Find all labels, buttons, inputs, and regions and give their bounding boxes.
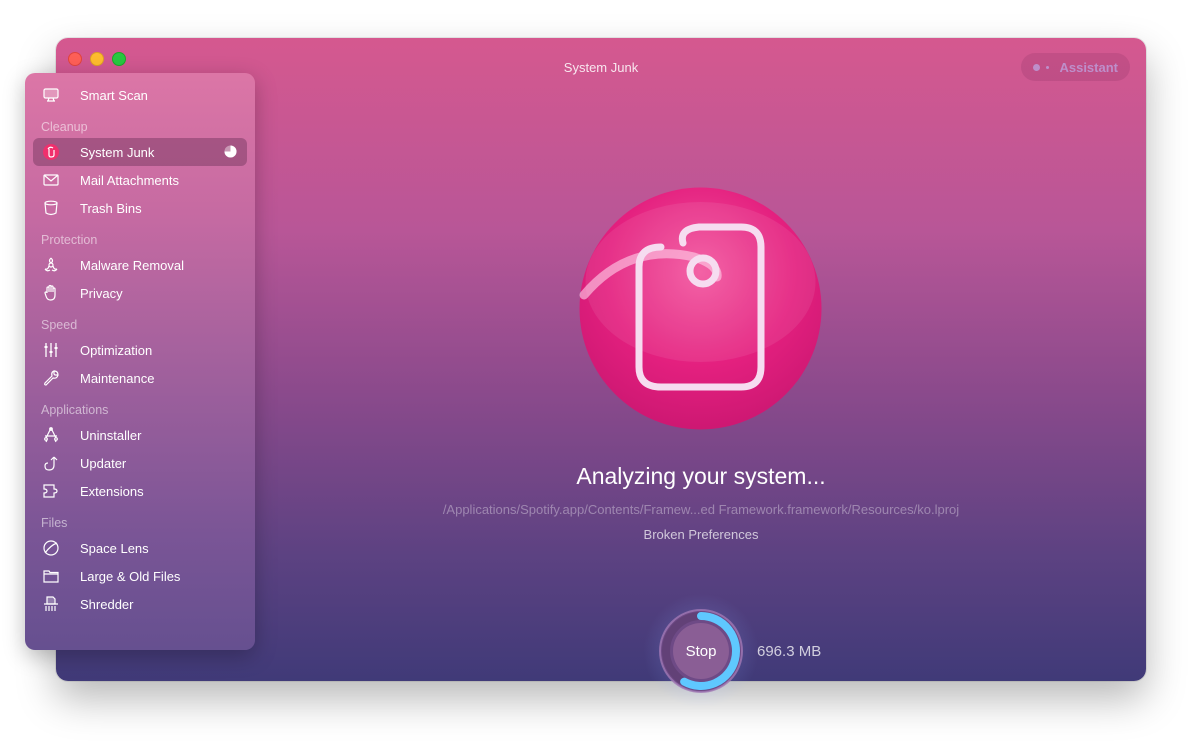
section-applications: Applications [41, 403, 109, 417]
sidebar-item-large-old-files[interactable]: Large & Old Files [33, 562, 247, 590]
sidebar-item-label: Smart Scan [80, 87, 148, 103]
biohazard-icon [41, 255, 61, 275]
trash-bin-icon [41, 198, 61, 218]
sidebar-item-label: Optimization [80, 342, 153, 358]
sidebar-item-label: Space Lens [80, 540, 149, 556]
sidebar-item-privacy[interactable]: Privacy [33, 279, 247, 307]
sidebar-item-label: Privacy [80, 285, 123, 301]
sidebar-item-malware-removal[interactable]: Malware Removal [33, 251, 247, 279]
sidebar-item-label: Updater [80, 455, 127, 471]
current-scan-path: /Applications/Spotify.app/Contents/Frame… [442, 502, 960, 517]
assistant-small-dot-icon [1046, 65, 1050, 69]
sidebar-item-smart-scan[interactable]: Smart Scan [33, 81, 247, 109]
assistant-dot-icon [1033, 63, 1041, 71]
puzzle-icon [41, 481, 61, 501]
stop-control: Stop [643, 593, 759, 709]
folder-icon [41, 566, 61, 586]
sidebar-item-maintenance[interactable]: Maintenance [33, 364, 247, 392]
update-arrow-icon [41, 453, 61, 473]
uninstaller-icon [41, 425, 61, 445]
sidebar-item-uninstaller[interactable]: Uninstaller [33, 421, 247, 449]
progress-pie-icon [224, 145, 237, 158]
assistant-label: Assistant [1059, 59, 1118, 75]
sidebar-item-label: Large & Old Files [80, 568, 181, 584]
sidebar-item-label: Shredder [80, 596, 134, 612]
wrench-icon [41, 368, 61, 388]
current-scan-category: Broken Preferences [643, 527, 759, 542]
sidebar-item-label: Maintenance [80, 370, 155, 386]
sidebar-item-label: System Junk [80, 144, 155, 160]
sidebar-item-label: Trash Bins [80, 200, 142, 216]
sidebar-item-trash-bins[interactable]: Trash Bins [33, 194, 247, 222]
sidebar-item-system-junk[interactable]: System Junk [33, 138, 247, 166]
shredder-icon [41, 594, 61, 614]
status-title: Analyzing your system... [576, 463, 826, 489]
sidebar-item-label: Uninstaller [80, 427, 142, 443]
hand-icon [41, 283, 61, 303]
sliders-icon [41, 340, 61, 360]
lens-icon [41, 538, 61, 558]
section-protection: Protection [41, 233, 98, 247]
sidebar-item-label: Extensions [80, 483, 144, 499]
sidebar-item-space-lens[interactable]: Space Lens [33, 534, 247, 562]
sidebar-item-label: Mail Attachments [80, 172, 179, 188]
sidebar-item-optimization[interactable]: Optimization [33, 336, 247, 364]
sidebar: Smart Scan Cleanup System Junk Mail Atta… [25, 73, 255, 650]
system-junk-hero-icon [579, 187, 822, 430]
sidebar-item-label: Malware Removal [80, 257, 185, 273]
sidebar-item-extensions[interactable]: Extensions [33, 477, 247, 505]
section-files: Files [41, 516, 68, 530]
monitor-icon [41, 85, 61, 105]
envelope-icon [41, 170, 61, 190]
section-speed: Speed [41, 318, 78, 332]
found-size: 696.3 MB [757, 643, 822, 660]
section-cleanup: Cleanup [41, 120, 88, 134]
sidebar-item-updater[interactable]: Updater [33, 449, 247, 477]
system-junk-icon [41, 142, 61, 162]
stop-button[interactable]: Stop [673, 623, 729, 679]
sidebar-item-mail-attachments[interactable]: Mail Attachments [33, 166, 247, 194]
sidebar-item-shredder[interactable]: Shredder [33, 590, 247, 618]
assistant-button[interactable]: Assistant [1021, 53, 1130, 81]
